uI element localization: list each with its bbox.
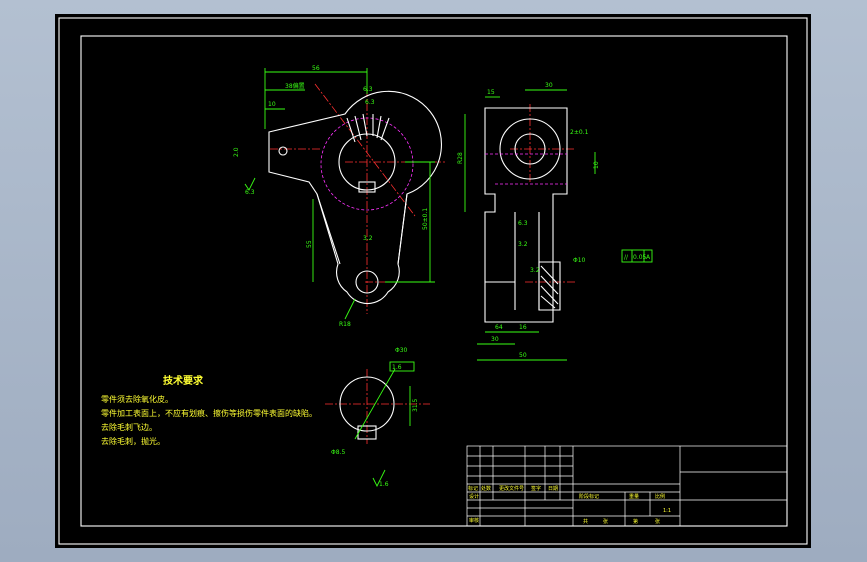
lever-outline <box>268 90 442 304</box>
rough-32-side-b: 3.2 <box>530 267 540 274</box>
tb-label-6: 审核 <box>469 517 479 524</box>
drawing-canvas[interactable]: 56 38偏置 10 6.3 6.3 2.0 6.3 3.2 55 50±0.1… <box>55 14 811 548</box>
tb-label-5: 设计 <box>469 493 479 500</box>
sec-tol: 1.6 <box>392 364 402 371</box>
title-block: 标记 处数 更改文件号 签字 日期 设计 审核 阶段标记 重量 比例 1:1 共… <box>466 445 788 527</box>
rough-63-left: 6.3 <box>245 189 255 196</box>
tb-label-10: 共 <box>583 518 588 525</box>
tb-label-8: 重量 <box>629 493 639 500</box>
tech-line-3: 去除毛刺飞边。 <box>101 422 157 432</box>
outer-border <box>58 17 808 545</box>
rough-63-side: 6.3 <box>518 220 528 227</box>
tol-symbol: // <box>624 254 629 261</box>
tb-label-9: 比例 <box>655 493 665 500</box>
dim-phi30: Φ30 <box>395 347 408 354</box>
dim-2-01: 2±0.1 <box>570 129 589 136</box>
rough-32-side: 3.2 <box>518 241 528 248</box>
side-view: 15 30 2±0.1 10 R28 6.3 3.2 3.2 Φ10 // 0.… <box>457 82 653 361</box>
tech-requirements: 技术要求 零件须去除氧化皮。 零件加工表面上，不应有划痕、擦伤等损伤零件表面的缺… <box>101 374 317 446</box>
dim-38: 38偏置 <box>285 82 305 90</box>
dim-r28: R28 <box>457 152 464 164</box>
tb-scale: 1:1 <box>663 508 671 514</box>
tb-label-12: 第 <box>633 518 638 525</box>
dim-10-side: 10 <box>593 161 600 169</box>
tb-label-7: 阶段标记 <box>579 493 599 500</box>
dim-2: 2.0 <box>233 147 240 157</box>
rough-63-top: 6.3 <box>363 86 373 93</box>
tb-label-0: 标记 <box>468 485 478 492</box>
dim-phi8: Φ8.5 <box>331 449 345 456</box>
tb-label-4: 日期 <box>548 486 558 492</box>
dim-31-5: 31.5 <box>412 398 419 412</box>
dim-55: 55 <box>306 240 313 248</box>
dim-phi10: Φ10 <box>573 257 586 264</box>
dim-15: 15 <box>487 89 495 96</box>
tech-title: 技术要求 <box>163 374 204 387</box>
cad-viewport[interactable]: 56 38偏置 10 6.3 6.3 2.0 6.3 3.2 55 50±0.1… <box>0 0 867 562</box>
dim-16: 16 <box>519 324 527 331</box>
dim-50-bottom: 50 <box>519 352 527 359</box>
tech-line-4: 去除毛刺，抛光。 <box>101 436 165 446</box>
arm-lines <box>316 193 408 265</box>
tol-value: 0.05 <box>633 254 647 261</box>
inner-border <box>80 35 788 527</box>
drawing-svg: 56 38偏置 10 6.3 6.3 2.0 6.3 3.2 55 50±0.1… <box>58 17 808 545</box>
pin-hole <box>278 146 288 156</box>
tb-label-1: 处数 <box>481 485 491 492</box>
dim-30: 30 <box>545 82 553 89</box>
front-view: 56 38偏置 10 6.3 6.3 2.0 6.3 3.2 55 50±0.1… <box>233 65 445 328</box>
tol-datum: A <box>646 254 651 261</box>
tb-label-2: 更改文件号 <box>499 485 524 492</box>
rough-16: 1.6 <box>379 481 389 488</box>
dim-56: 56 <box>312 65 320 72</box>
dim-10: 10 <box>268 101 276 108</box>
section-view: Φ30 1.6 31.5 Φ8.5 1.6 <box>325 347 430 488</box>
tech-line-2: 零件加工表面上，不应有划痕、擦伤等损伤零件表面的缺陷。 <box>101 408 317 418</box>
tech-line-1: 零件须去除氧化皮。 <box>101 394 173 404</box>
dim-64: 64 <box>495 324 503 331</box>
tb-label-3: 签字 <box>531 485 541 492</box>
rough-32: 3.2 <box>363 235 373 242</box>
tb-label-11: 张 <box>603 518 608 525</box>
rough-63-b: 6.3 <box>365 99 375 106</box>
side-hatch <box>538 261 561 311</box>
dim-50: 50±0.1 <box>422 208 429 230</box>
tb-label-13: 张 <box>655 518 660 525</box>
dim-r18: R18 <box>339 321 351 328</box>
dim-30-bottom: 30 <box>491 336 499 343</box>
